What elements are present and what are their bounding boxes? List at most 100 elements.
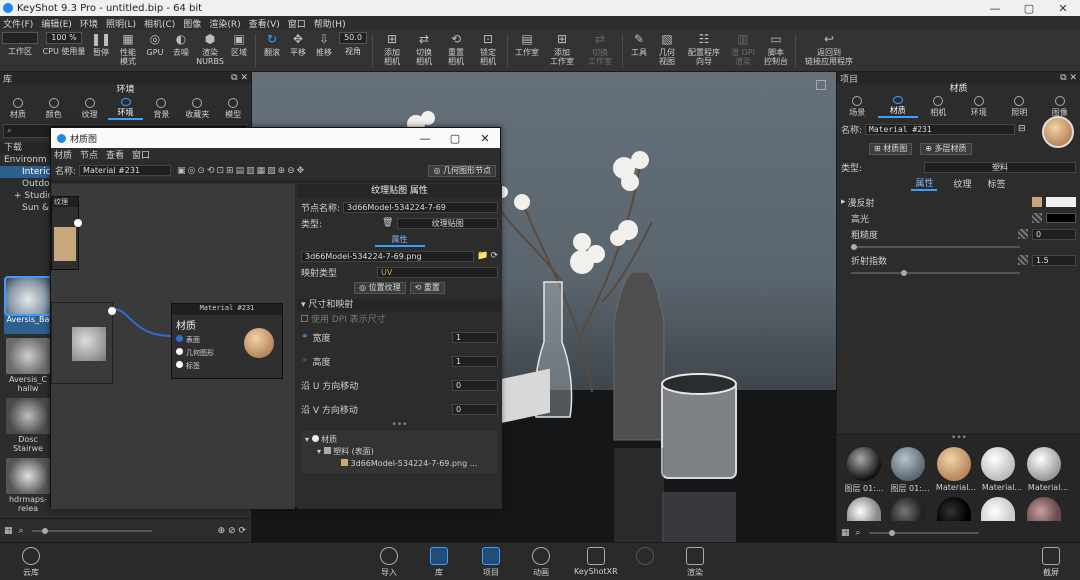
menu-view[interactable]: 查看(V) <box>249 17 280 30</box>
tab-image[interactable]: 图像 <box>1040 94 1080 118</box>
subtab-properties[interactable]: 属性 <box>911 176 938 191</box>
cpu-usage-button[interactable]: 100 % CPU 使用量 <box>40 32 88 70</box>
workspace-button[interactable]: 工作区 <box>0 32 40 70</box>
specular-texture-icon[interactable] <box>1032 213 1042 223</box>
screenshot-button[interactable]: 截屏 <box>1042 547 1060 578</box>
splitter-handle[interactable]: ••• <box>837 434 1080 443</box>
material-swatch[interactable] <box>891 447 925 481</box>
maximize-icon[interactable]: ▢ <box>1012 2 1046 15</box>
mapping-type-dropdown[interactable]: UV <box>377 266 498 278</box>
tumble-button[interactable]: ↻ 翻滚 <box>259 32 285 70</box>
lock-camera-button[interactable]: ⊡ 锁定 相机 <box>472 32 504 70</box>
tab-materials[interactable]: 材质 <box>0 96 36 120</box>
menu-file[interactable]: 文件(F) <box>3 17 33 30</box>
dpi-render-button[interactable]: ▥ 渲 DPI 渲染 <box>726 32 760 70</box>
denoise-button[interactable]: ◐ 去噪 <box>168 32 194 70</box>
size-mapping-section[interactable]: ▾ 尺寸和映射 <box>297 299 502 311</box>
minimize-icon[interactable]: — <box>978 2 1012 15</box>
save-material-icon[interactable]: ⊟ <box>1018 124 1026 134</box>
performance-mode-button[interactable]: ▦ 性能 模式 <box>114 32 142 70</box>
tree-item-material[interactable]: ▾ 材质 <box>305 434 494 446</box>
tab-scene[interactable]: 场景 <box>837 94 878 118</box>
menu-lighting[interactable]: 照明(L) <box>106 17 136 30</box>
list-view-icon[interactable]: ▦ <box>841 528 850 538</box>
fov-button[interactable]: 50.0 视角 <box>337 32 369 70</box>
swatch-size-slider[interactable] <box>868 530 979 536</box>
subtab-labels[interactable]: 标签 <box>988 177 1006 190</box>
tree-item-texture[interactable]: 3d66Model-534224-7-69.png ... <box>305 458 494 470</box>
roughness-field[interactable]: 0 <box>1032 228 1076 240</box>
node-tools-icon[interactable]: ▣◎⊙⟲⊡⊞▤▥▦▧⊕⊖✥ <box>177 166 306 176</box>
slider-knob[interactable] <box>901 270 907 276</box>
tab-colors[interactable]: 颜色 <box>36 96 72 120</box>
texture-node[interactable]: 纹理 <box>51 196 82 270</box>
refraction-texture-icon[interactable] <box>1018 255 1028 265</box>
menu-camera[interactable]: 相机(C) <box>144 17 175 30</box>
move-u-field[interactable]: 0 <box>452 379 498 391</box>
add-camera-button[interactable]: ⊞ 添加 相机 <box>376 32 408 70</box>
pause-button[interactable]: ❚❚ 暂停 <box>88 32 114 70</box>
link-icon[interactable]: ⚭ <box>301 356 309 366</box>
folder-icon[interactable]: 📁 <box>477 251 488 261</box>
height-field[interactable]: 1 <box>452 355 498 367</box>
output-node[interactable] <box>51 302 116 384</box>
dolly-button[interactable]: ⇩ 推移 <box>311 32 337 70</box>
env-thumbnail[interactable]: Aversis_Ba <box>4 276 52 334</box>
tab-camera[interactable]: 相机 <box>918 94 959 118</box>
menu-render[interactable]: 渲染(R) <box>209 17 240 30</box>
tab-lighting[interactable]: 照明 <box>999 94 1040 118</box>
multi-material-button[interactable]: ⊕ 多层材质 <box>920 143 972 155</box>
animation-button[interactable]: 动画 <box>532 547 550 578</box>
env-thumbnail[interactable]: Dosc Stairwe <box>4 398 52 454</box>
panel-close-icon[interactable]: ⧉ ✕ <box>231 73 248 83</box>
texture-file-field[interactable]: 3d66Model-534224-7-69.png <box>301 250 475 262</box>
switch-studio-button[interactable]: ⇄ 切换 工作室 <box>581 32 619 70</box>
port-labels[interactable]: 标签 <box>176 360 282 373</box>
menu-image[interactable]: 图像 <box>183 17 201 30</box>
tab-backplates[interactable]: 背景 <box>143 96 179 120</box>
input-port-icon[interactable] <box>176 335 183 342</box>
tab-environments[interactable]: 环境 <box>107 96 144 120</box>
material-swatch[interactable] <box>847 447 881 481</box>
material-swatch[interactable] <box>981 497 1015 521</box>
collapse-arrow-icon[interactable]: ▸ <box>841 197 846 207</box>
roughness-texture-icon[interactable] <box>1018 229 1028 239</box>
fov-field[interactable]: 50.0 <box>339 32 367 44</box>
refraction-index-field[interactable]: 1.5 <box>1032 254 1076 266</box>
env-thumbnail[interactable]: Aversis_C hallw <box>4 338 52 394</box>
specular-color-swatch[interactable] <box>1046 213 1076 223</box>
library-button[interactable]: 库 <box>430 547 448 578</box>
script-console-button[interactable]: ▭ 脚本 控制台 <box>760 32 792 70</box>
maximize-icon[interactable]: ▢ <box>440 132 470 145</box>
menu-help[interactable]: 帮助(H) <box>314 17 346 30</box>
slider-knob[interactable] <box>888 530 895 536</box>
menu-edit[interactable]: 编辑(E) <box>41 17 72 30</box>
diffuse-color-swatch[interactable] <box>1046 197 1076 207</box>
render-nurbs-button[interactable]: ⬢ 渲染 NURBS <box>194 32 226 70</box>
switch-camera-button[interactable]: ⇄ 切换 相机 <box>408 32 440 70</box>
minimize-icon[interactable]: — <box>410 132 440 145</box>
tab-environment[interactable]: 环境 <box>959 94 1000 118</box>
region-button[interactable]: ▣ 区域 <box>226 32 252 70</box>
disabled-button[interactable] <box>636 547 654 567</box>
position-texture-button[interactable]: ◎ 位置纹理 <box>354 282 406 294</box>
trash-icon[interactable]: 🗑 <box>382 218 393 228</box>
close-icon[interactable]: ✕ <box>1046 2 1080 15</box>
diffuse-texture-icon[interactable] <box>1032 197 1042 207</box>
menu-environment[interactable]: 环境 <box>80 17 98 30</box>
menu-window[interactable]: 窗口 <box>132 148 150 161</box>
geometry-node-button[interactable]: ◎ 几何图形节点 <box>428 164 496 177</box>
tools-button[interactable]: ✎ 工具 <box>626 32 652 70</box>
node-name-field[interactable]: 3d66Model-534224-7-69 <box>343 201 498 213</box>
node-graph-canvas[interactable]: 纹理 Material #231 材质 表面 几何图形 标签 <box>51 184 295 509</box>
cloud-library-button[interactable]: 云库 <box>22 547 40 578</box>
gpu-button[interactable]: ◎ GPU <box>142 32 168 70</box>
return-link-button[interactable]: ↩ 返回到 链接应用程序 <box>799 32 859 70</box>
refresh-icon[interactable]: ⟳ <box>490 251 498 261</box>
material-swatch[interactable] <box>1027 497 1061 521</box>
studio-button[interactable]: ▤ 工作室 <box>511 32 543 70</box>
refraction-slider[interactable] <box>851 270 1020 276</box>
material-swatch[interactable] <box>847 497 881 521</box>
material-swatch[interactable] <box>1027 447 1061 481</box>
material-swatch[interactable] <box>937 447 971 481</box>
